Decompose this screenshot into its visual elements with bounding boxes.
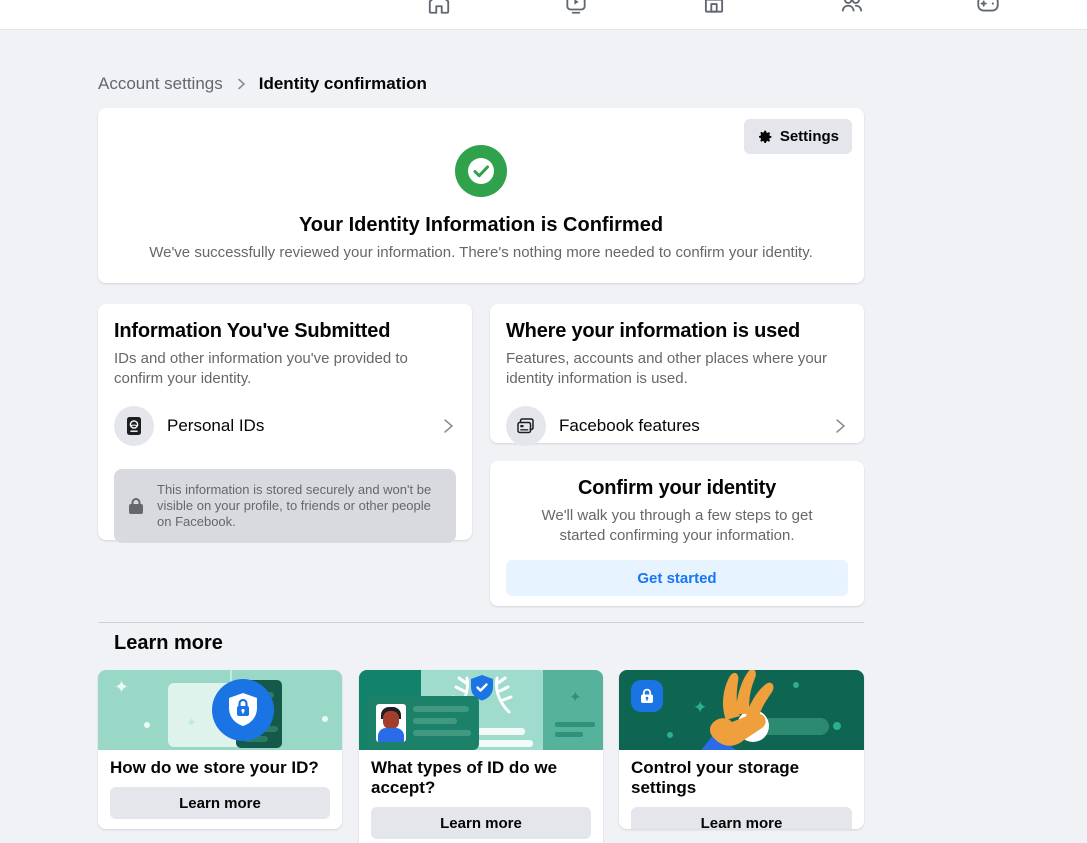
learn-more-card-storage-settings[interactable]: ✦ Control your storage settings Learn mo… (619, 670, 864, 829)
id-types-illustration: ✦ (359, 670, 603, 750)
breadcrumb-chevron-icon (235, 78, 247, 90)
learn-more-card-title: What types of ID do we accept? (371, 758, 591, 798)
marketplace-icon[interactable] (701, 0, 727, 16)
lock-icon (128, 497, 144, 515)
identity-confirmation-page: Account settings Identity confirmation S… (0, 0, 1087, 843)
settings-button-label: Settings (780, 128, 839, 145)
home-icon[interactable] (426, 0, 452, 16)
learn-more-button[interactable]: Learn more (110, 787, 330, 819)
learn-more-card-store-id[interactable]: ✦ ✦ How do we store your ID? Learn more (98, 670, 342, 829)
learn-more-button[interactable]: Learn more (371, 807, 591, 839)
confirmation-card: Settings Your Identity Information is Co… (98, 108, 864, 283)
hand-graphic (674, 670, 794, 750)
store-id-illustration: ✦ ✦ (98, 670, 342, 750)
breadcrumb: Account settings Identity confirmation (98, 74, 427, 94)
id-card-graphic (367, 696, 479, 750)
facebook-features-row[interactable]: Facebook features (506, 406, 848, 446)
submitted-card-title: Information You've Submitted (114, 320, 456, 343)
shield-lock-icon (212, 679, 274, 741)
submitted-card-description: IDs and other information you've provide… (114, 349, 456, 389)
facebook-features-label: Facebook features (559, 416, 832, 436)
usage-info-card: Where your information is used Features,… (490, 304, 864, 443)
learn-more-card-title: Control your storage settings (631, 758, 852, 798)
privacy-note-text: This information is stored securely and … (157, 482, 442, 530)
facebook-features-icon (506, 406, 546, 446)
learn-more-button[interactable]: Learn more (631, 807, 852, 829)
storage-settings-illustration: ✦ (619, 670, 864, 750)
submitted-info-card: Information You've Submitted IDs and oth… (98, 304, 472, 540)
confirmed-check-icon (455, 145, 507, 197)
confirm-identity-card: Confirm your identity We'll walk you thr… (490, 461, 864, 606)
learn-more-card-title: How do we store your ID? (110, 758, 330, 778)
section-divider (98, 622, 864, 623)
lock-badge-icon (631, 680, 663, 712)
confirmation-title: Your Identity Information is Confirmed (114, 214, 848, 237)
settings-button[interactable]: Settings (744, 119, 852, 154)
breadcrumb-identity-confirmation: Identity confirmation (259, 74, 427, 94)
privacy-note-box: This information is stored securely and … (114, 469, 456, 543)
breadcrumb-account-settings[interactable]: Account settings (98, 74, 223, 94)
usage-card-description: Features, accounts and other places wher… (506, 349, 848, 389)
chevron-right-icon (440, 418, 456, 434)
confirm-card-title: Confirm your identity (506, 477, 848, 500)
chevron-right-icon (832, 418, 848, 434)
gaming-icon[interactable] (975, 0, 1001, 16)
groups-icon[interactable] (839, 0, 865, 16)
get-started-button[interactable]: Get started (506, 560, 848, 596)
gear-icon (757, 129, 773, 145)
personal-ids-icon (114, 406, 154, 446)
confirm-card-description: We'll walk you through a few steps to ge… (527, 506, 827, 546)
confirmation-description: We've successfully reviewed your informa… (128, 243, 834, 263)
personal-ids-label: Personal IDs (167, 416, 440, 436)
learn-more-card-id-types[interactable]: ✦ What types of ID do we accept? Learn m… (359, 670, 603, 843)
personal-ids-row[interactable]: Personal IDs (114, 406, 456, 446)
watch-icon[interactable] (563, 0, 589, 16)
usage-card-title: Where your information is used (506, 320, 848, 343)
learn-more-heading: Learn more (114, 632, 223, 655)
top-navigation-bar (0, 0, 1087, 30)
